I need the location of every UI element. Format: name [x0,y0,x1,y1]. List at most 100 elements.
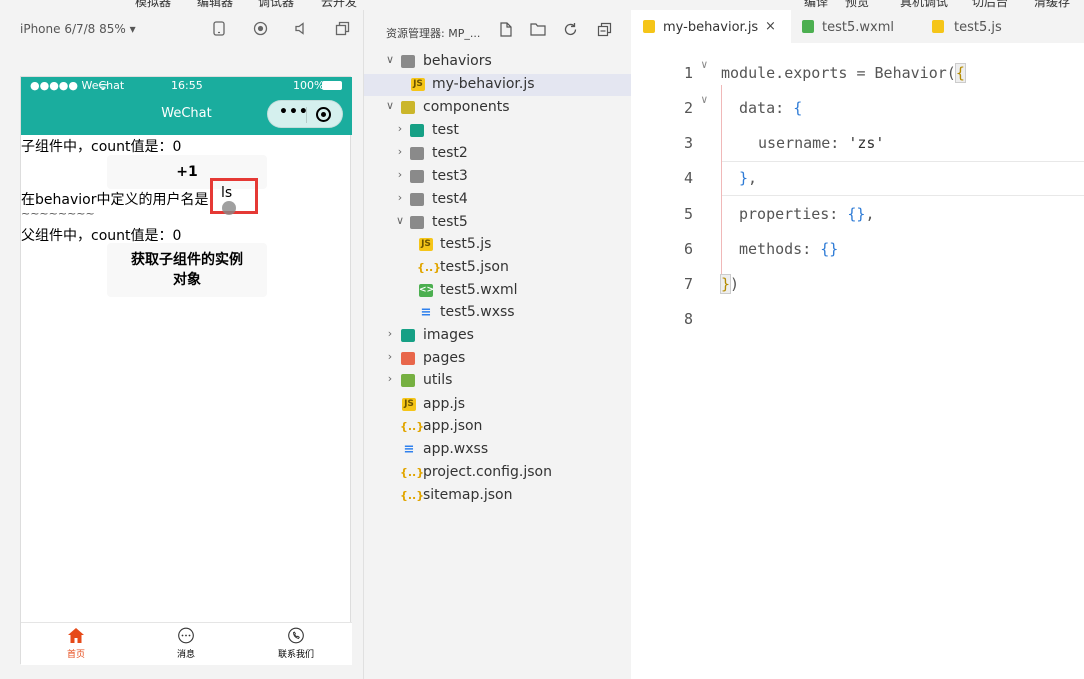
tab-test5-wxml[interactable]: test5.wxml [791,10,921,43]
menu-background[interactable]: 切后台 [972,0,1008,10]
tree-row-test5-js[interactable]: JS test5.js [364,234,632,256]
folder-icon [401,55,415,68]
js-file-icon: JS [419,238,433,251]
tab-messages-label: 消息 [176,650,195,660]
battery-label: 100% [293,79,325,92]
menu-editor[interactable]: 编辑器 [197,0,233,10]
menu-compile[interactable]: 编译 [804,0,828,10]
menu-clear-cache[interactable]: 清缓存 [1034,0,1070,10]
tree-row-sitemap-json[interactable]: {..} sitemap.json [364,485,632,507]
tilde-divider: ~~~~~~~~ [21,207,95,220]
fold-chevron-icon[interactable]: ∨ [701,93,708,106]
close-icon[interactable]: × [765,19,776,34]
menu-simulator[interactable]: 模拟器 [135,0,171,10]
phone-icon [241,627,351,645]
phone-icon[interactable] [211,21,227,37]
new-file-icon[interactable] [498,22,514,38]
tree-row-behaviors[interactable]: ∨ behaviors [364,51,632,73]
more-icon[interactable]: ••• [279,104,309,120]
capsule-divider [306,107,307,123]
message-icon [131,627,241,645]
refresh-icon[interactable] [562,22,578,38]
code-editor: my-behavior.js × test5.wxml test5.js 1 2… [631,10,1084,679]
line-number: 4 [683,169,693,187]
menu-debugger[interactable]: 调试器 [258,0,294,10]
chevron-down-icon: ∨ [385,53,395,66]
menu-real-device-debug[interactable]: 真机调试 [900,0,948,10]
folder-icon [410,170,424,183]
line-number: 6 [683,240,693,258]
current-line-highlight [721,161,1084,196]
tree-row-test5[interactable]: ∨ test5 [364,212,632,234]
tree-row-project-config-json[interactable]: {..} project.config.json [364,462,632,484]
folder-icon [401,374,415,387]
volume-icon[interactable] [293,21,309,37]
explorer-header: 资源管理器: MP_... [364,10,632,50]
line-number: 8 [683,310,693,328]
chevron-right-icon: › [387,372,393,385]
tree-row-utils[interactable]: › utils [364,370,632,392]
folder-icon [401,352,415,365]
top-menu-bar: 模拟器 编辑器 调试器 云开发 编译 预览 真机调试 切后台 清缓存 [0,0,1084,10]
new-folder-icon[interactable] [530,22,546,38]
battery-icon [322,81,342,90]
detach-window-icon[interactable] [334,21,350,37]
code-line-2: data: { [739,99,803,117]
simulator-panel: iPhone 6/7/8 85% ▾ ●●●●● WeChat ᯤ 16:55 … [0,10,363,679]
menu-preview[interactable]: 预览 [845,0,869,10]
line-number: 7 [683,275,693,293]
explorer-title: 资源管理器: MP_... [386,27,481,40]
device-selector[interactable]: iPhone 6/7/8 85% ▾ [20,22,136,36]
chevron-right-icon: › [387,327,393,340]
fold-chevron-icon[interactable]: ∨ [701,58,708,71]
tree-row-test2[interactable]: › test2 [364,143,632,165]
get-child-instance-button[interactable]: 获取子组件的实例对象 [107,243,267,297]
parent-count-text: 父组件中，count值是：0 [21,228,182,244]
chevron-down-icon: ∨ [385,99,395,112]
line-number: 2 [683,99,693,117]
tab-my-behavior-js[interactable]: my-behavior.js × [631,10,791,43]
code-line-1: module.exports = Behavior({ [721,63,966,83]
code-line-5: properties: {}, [739,205,875,223]
tree-row-my-behavior-js[interactable]: JS my-behavior.js [364,74,632,96]
file-explorer: 资源管理器: MP_... ∨ behaviors JS my-behavior… [363,10,632,679]
chevron-right-icon: › [397,168,403,181]
wifi-icon: ᯤ [98,80,109,93]
menu-cloud[interactable]: 云开发 [321,0,357,10]
tree-row-app-wxss[interactable]: ≡ app.wxss [364,439,632,461]
tree-row-test3[interactable]: › test3 [364,166,632,188]
tree-row-app-js[interactable]: JS app.js [364,394,632,416]
tab-contact-label: 联系我们 [277,650,314,660]
tree-row-pages[interactable]: › pages [364,348,632,370]
code-line-4: }, [739,169,758,187]
child-count-text: 子组件中，count值是：0 [21,139,182,155]
tree-row-test5-wxss[interactable]: ≡ test5.wxss [364,302,632,324]
tree-row-images[interactable]: › images [364,325,632,347]
wxss-file-icon: ≡ [420,305,432,320]
js-file-icon: JS [402,398,416,411]
tree-row-test5-json[interactable]: {..} test5.json [364,257,632,279]
tree-row-app-json[interactable]: {..} app.json [364,416,632,438]
tree-row-components[interactable]: ∨ components [364,97,632,119]
tab-test5-js[interactable]: test5.js [921,10,1041,43]
collapse-all-icon[interactable] [596,22,612,38]
line-number: 3 [683,134,693,152]
simulator-toolbar: iPhone 6/7/8 85% ▾ [0,10,363,46]
tab-bar: 首页 消息 联系我们 [21,622,352,665]
line-number: 1 [683,64,693,82]
js-file-icon: JS [411,78,425,91]
tree-row-test5-wxml[interactable]: <> test5.wxml [364,280,632,302]
behavior-username-label: 在behavior中定义的用户名是： [21,192,223,208]
folder-icon [410,147,424,160]
tree-row-test4[interactable]: › test4 [364,189,632,211]
folder-icon [410,124,424,137]
capsule-menu[interactable]: ••• [267,100,343,128]
close-miniprogram-icon[interactable] [316,107,331,122]
tab-messages[interactable]: 消息 [131,627,241,660]
tree-row-test[interactable]: › test [364,120,632,142]
chevron-right-icon: › [397,122,403,135]
record-icon[interactable] [252,21,268,37]
tab-home[interactable]: 首页 [21,627,131,660]
code-area[interactable]: 1 2 3 4 5 6 7 8 ∨ ∨ module.exports = Beh… [631,43,1084,679]
tab-contact[interactable]: 联系我们 [241,627,351,660]
